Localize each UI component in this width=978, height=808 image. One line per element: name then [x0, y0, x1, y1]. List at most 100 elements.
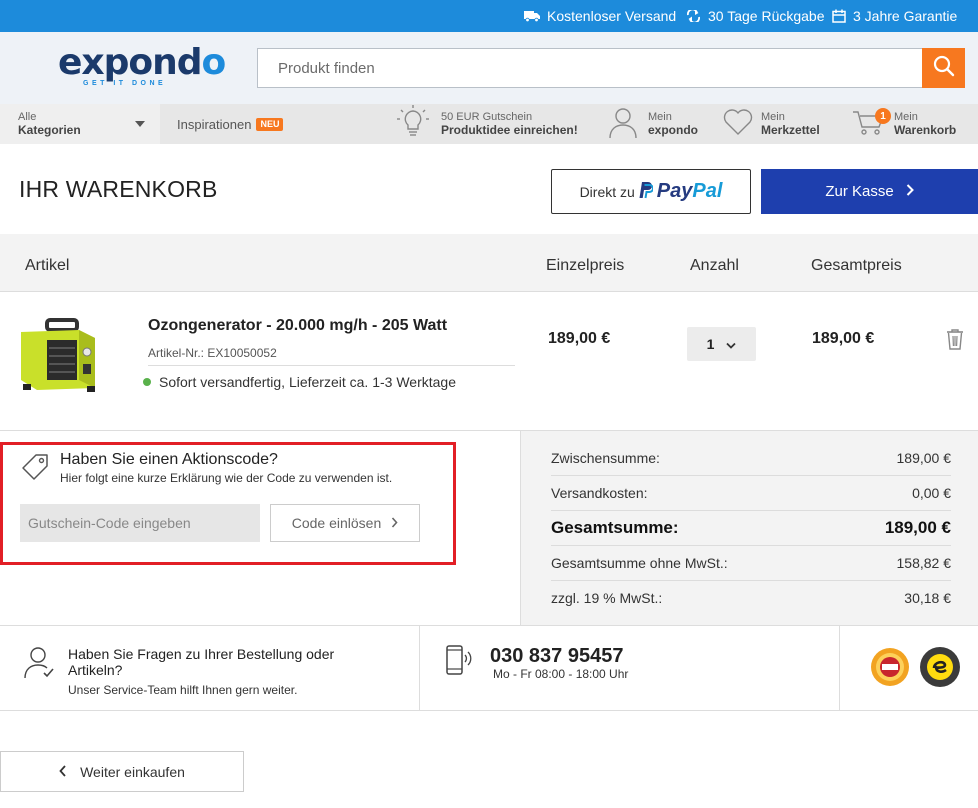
chevron-left-icon	[59, 764, 66, 780]
inspirations-link[interactable]: Inspirationen NEU	[177, 117, 284, 132]
divider	[839, 626, 840, 710]
logo-text-main: expond	[58, 42, 203, 83]
price-tag-icon	[20, 451, 50, 486]
service-hours: Mo - Fr 08:00 - 18:00 Uhr	[493, 667, 629, 681]
cart-small-label: Mein	[894, 111, 918, 123]
logo-text-accent: o	[201, 42, 227, 83]
product-sku: Artikel-Nr.: EX10050052	[148, 346, 277, 360]
paypal-prefix-label: Direkt zu	[579, 183, 635, 200]
my-account-link[interactable]: Mein expondo	[606, 104, 698, 144]
voucher-small-label: 50 EUR Gutschein	[441, 111, 533, 123]
lightbulb-icon	[393, 104, 433, 144]
voucher-label: Produktidee einreichen!	[441, 123, 578, 137]
redeem-code-label: Code einlösen	[291, 515, 382, 531]
coupon-title: Haben Sie einen Aktionscode?	[60, 451, 278, 468]
cart-link[interactable]: Mein Warenkorb	[852, 104, 956, 144]
shipping-label: Versandkosten:	[551, 485, 648, 501]
page-title: IHR WARENKORB	[19, 176, 218, 202]
wishlist-link[interactable]: Mein Merkzettel	[723, 104, 820, 144]
column-unit-price: Einzelpreis	[546, 257, 625, 274]
free-shipping-label: Kostenloser Versand	[547, 8, 677, 24]
product-image[interactable]	[17, 318, 117, 394]
support-agent-icon	[23, 644, 57, 685]
service-question: Haben Sie Fragen zu Ihrer Bestellung ode…	[68, 646, 335, 678]
divider	[0, 291, 978, 292]
divider	[0, 625, 978, 626]
free-shipping-info: Kostenloser Versand	[524, 0, 676, 32]
top-info-bar: Kostenloser Versand 30 Tage Rückgabe 3 J…	[0, 0, 978, 32]
ehi-seal-icon[interactable]	[870, 647, 910, 692]
paypal-logo-part1: Pay	[656, 180, 693, 202]
service-subtext: Unser Service-Team hilft Ihnen gern weit…	[68, 683, 298, 697]
column-total: Gesamtpreis	[811, 257, 902, 274]
net-total-value: 158,82 €	[896, 555, 952, 571]
divider	[148, 365, 515, 366]
cart-table-header: Artikel Einzelpreis Anzahl Gesamtpreis	[0, 234, 978, 291]
quantity-value: 1	[706, 336, 715, 352]
quantity-select[interactable]: 1	[687, 327, 756, 361]
trusted-shops-seal-icon[interactable]	[919, 646, 961, 693]
continue-shopping-label: Weiter einkaufen	[80, 763, 185, 780]
availability-status: Sofort versandfertig, Lieferzeit ca. 1-3…	[143, 374, 456, 390]
main-nav: Alle Kategorien Inspirationen NEU 50 EUR…	[0, 104, 978, 144]
product-name[interactable]: Ozongenerator - 20.000 mg/h - 205 Watt	[148, 317, 447, 335]
paypal-p-icon	[639, 181, 654, 202]
availability-label: Sofort versandfertig, Lieferzeit ca. 1-3…	[159, 374, 456, 390]
truck-icon	[524, 10, 540, 22]
categories-small-label: Alle	[18, 111, 37, 123]
chevron-down-icon	[135, 121, 145, 127]
vat-label: zzgl. 19 % MwSt.:	[551, 590, 663, 606]
paypal-checkout-button[interactable]: Direkt zu PayPal	[551, 169, 751, 214]
line-total-price: 189,00 €	[812, 330, 875, 347]
vat-value: 30,18 €	[904, 590, 951, 606]
search-button[interactable]	[922, 48, 965, 88]
shipping-value: 0,00 €	[912, 485, 951, 501]
inspirations-label: Inspirationen	[177, 117, 252, 132]
subtotal-value: 189,00 €	[896, 450, 952, 466]
trash-icon[interactable]	[945, 328, 965, 355]
divider	[551, 510, 951, 511]
user-icon	[606, 105, 640, 144]
site-header: expondo GET IT DONE	[0, 32, 978, 104]
available-dot-icon	[143, 378, 151, 386]
categories-label: Kategorien	[18, 123, 81, 137]
unit-price: 189,00 €	[548, 330, 611, 347]
cart-count-badge: 1	[875, 108, 891, 124]
paypal-logo-part2: Pal	[692, 180, 723, 202]
chevron-right-icon	[391, 515, 398, 531]
return-arrows-icon	[686, 10, 701, 22]
voucher-idea-link[interactable]: 50 EUR Gutschein Produktidee einreichen!	[393, 104, 578, 144]
warranty-label: 3 Jahre Garantie	[853, 8, 958, 24]
subtotal-label: Zwischensumme:	[551, 450, 660, 466]
search-input[interactable]	[258, 49, 923, 87]
calendar-icon	[832, 9, 846, 23]
service-phone[interactable]: 030 837 95457	[490, 645, 623, 668]
coupon-description: Hier folgt eine kurze Erklärung wie der …	[60, 471, 393, 485]
coupon-code-input[interactable]	[20, 504, 260, 542]
paypal-logo: PayPal	[657, 180, 723, 203]
cart-label: Warenkorb	[894, 123, 957, 137]
divider	[551, 545, 951, 546]
column-article: Artikel	[25, 257, 70, 274]
net-total-label: Gesamtsumme ohne MwSt.:	[551, 555, 728, 571]
column-quantity: Anzahl	[690, 257, 739, 274]
new-badge: NEU	[256, 118, 284, 131]
returns-label: 30 Tage Rückgabe	[708, 8, 825, 24]
expondo-logo[interactable]: expondo GET IT DONE	[58, 42, 226, 90]
account-label: expondo	[648, 123, 698, 137]
chevron-right-icon	[906, 183, 914, 200]
checkout-label: Zur Kasse	[825, 183, 894, 200]
divider	[0, 710, 978, 711]
grand-total-value: 189,00 €	[884, 518, 951, 537]
redeem-code-button[interactable]: Code einlösen	[270, 504, 420, 542]
grand-total-label: Gesamtsumme:	[551, 518, 679, 537]
continue-shopping-button[interactable]: Weiter einkaufen	[0, 751, 244, 792]
search-icon	[933, 55, 955, 82]
chevron-down-icon	[726, 336, 737, 352]
search-bar	[257, 48, 965, 88]
smartphone-icon	[443, 644, 473, 683]
all-categories-menu[interactable]: Alle Kategorien	[0, 104, 160, 144]
checkout-button[interactable]: Zur Kasse	[761, 169, 978, 214]
warranty-info: 3 Jahre Garantie	[832, 0, 957, 32]
wishlist-label: Merkzettel	[761, 123, 820, 137]
